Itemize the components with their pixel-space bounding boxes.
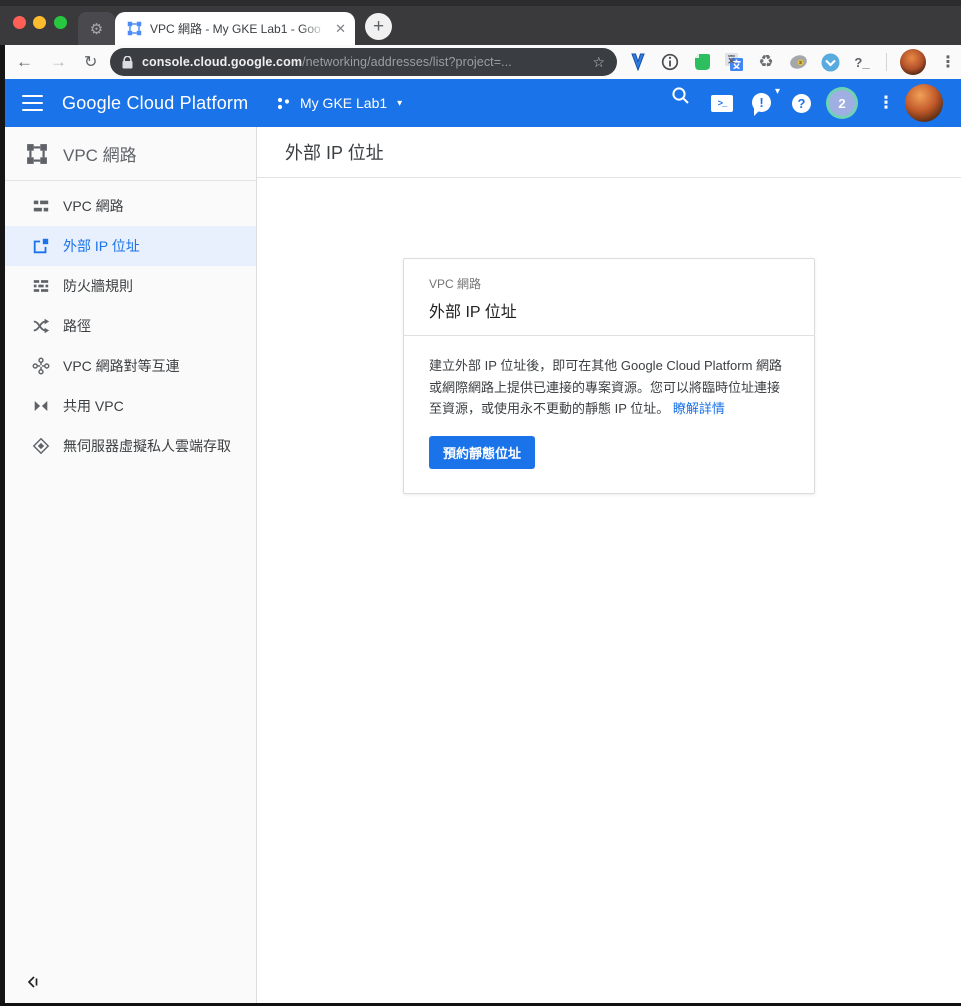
search-icon[interactable] — [670, 85, 691, 106]
app-body: VPC 網路 VPC 網路 外部 IP 位址 防火牆規則 路徑 VPC 網路對等… — [0, 127, 961, 1003]
url-domain: console.cloud.google.com — [142, 55, 303, 69]
browser-window: ⚙ VPC 網路 - My GKE Lab1 - Goo ✕ + ← → ↻ c… — [0, 0, 961, 1006]
tab-title-fade — [301, 20, 332, 37]
learn-more-link[interactable]: 瞭解詳情 — [673, 401, 725, 416]
project-icon — [276, 96, 291, 111]
sidebar-item-routes[interactable]: 路徑 — [0, 306, 256, 346]
window-left-edge — [0, 45, 5, 1006]
collapse-sidebar-icon[interactable] — [26, 975, 40, 989]
forward-button[interactable]: → — [50, 45, 67, 79]
project-name: My GKE Lab1 — [300, 95, 388, 111]
sidebar: VPC 網路 VPC 網路 外部 IP 位址 防火牆規則 路徑 VPC 網路對等… — [0, 127, 257, 1003]
sidebar-item-vpc-networks[interactable]: VPC 網路 — [0, 186, 256, 226]
hamburger-menu-icon[interactable] — [22, 95, 43, 111]
close-window-button[interactable] — [13, 16, 26, 29]
gear-icon: ⚙ — [89, 20, 104, 38]
extension-evernote-icon[interactable] — [691, 51, 713, 73]
extensions-row: ♻ ?_ ⋮ — [627, 45, 960, 79]
notifications-icon[interactable]: ! ▾ — [752, 86, 780, 116]
zoom-window-button[interactable] — [54, 16, 67, 29]
profile-avatar[interactable] — [905, 84, 943, 122]
lock-icon[interactable] — [122, 55, 133, 69]
cloud-shell-icon[interactable]: >_ — [711, 95, 733, 112]
address-bar[interactable]: console.cloud.google.com/networking/addr… — [110, 48, 617, 76]
page-header: 外部 IP 位址 — [257, 127, 961, 178]
minimize-window-button[interactable] — [33, 16, 46, 29]
gcp-logo[interactable]: Google Cloud Platform — [62, 79, 248, 127]
main-panel: 外部 IP 位址 VPC 網路 外部 IP 位址 建立外部 IP 位址後，即可在… — [257, 127, 961, 1003]
sidebar-item-serverless-vpc-access[interactable]: 無伺服器虛擬私人雲端存取 — [0, 426, 256, 466]
project-selector[interactable]: My GKE Lab1 ▾ — [276, 79, 402, 127]
card-body: 建立外部 IP 位址後，即可在其他 Google Cloud Platform … — [404, 336, 814, 493]
extension-terminal-icon[interactable]: ?_ — [851, 51, 873, 73]
extension-recycle-icon[interactable]: ♻ — [755, 51, 777, 73]
account-credit-badge[interactable]: 2 — [826, 87, 858, 119]
card-header: VPC 網路 外部 IP 位址 — [404, 259, 814, 335]
extension-pocket-check-icon[interactable] — [819, 51, 841, 73]
shell-prompt-glyph: >_ — [717, 98, 728, 109]
card-eyebrow: VPC 網路 — [429, 277, 482, 291]
firewall-icon — [31, 276, 51, 296]
active-tab[interactable]: VPC 網路 - My GKE Lab1 - Goo ✕ — [115, 12, 355, 45]
extension-stamp-icon[interactable] — [787, 51, 809, 73]
extension-map-pin-icon[interactable] — [627, 51, 649, 73]
sidebar-header: VPC 網路 — [0, 127, 256, 181]
tab-strip: ⚙ VPC 網路 - My GKE Lab1 - Goo ✕ + — [0, 0, 961, 45]
reload-button[interactable]: ↻ — [84, 45, 97, 79]
help-icon[interactable]: ? — [792, 94, 811, 113]
vpc-favicon-icon — [127, 21, 142, 36]
serverless-vpc-icon — [31, 436, 51, 456]
page-content: VPC 網路 外部 IP 位址 建立外部 IP 位址後，即可在其他 Google… — [257, 178, 961, 1003]
reserve-static-address-button[interactable]: 預約靜態位址 — [429, 435, 536, 469]
bookmark-star-icon[interactable]: ☆ — [592, 54, 605, 71]
sidebar-nav: VPC 網路 外部 IP 位址 防火牆規則 路徑 VPC 網路對等互連 共用 V… — [0, 181, 256, 466]
back-button[interactable]: ← — [16, 45, 33, 79]
sidebar-item-external-ip[interactable]: 外部 IP 位址 — [0, 226, 256, 266]
peering-icon — [31, 356, 51, 376]
new-tab-button[interactable]: + — [365, 13, 392, 40]
sidebar-title: VPC 網路 — [63, 146, 137, 165]
url-path: /networking/addresses/list?project=... — [302, 55, 512, 69]
sidebar-item-firewall-rules[interactable]: 防火牆規則 — [0, 266, 256, 306]
close-tab-icon[interactable]: ✕ — [335, 21, 346, 37]
subnets-icon — [31, 196, 51, 216]
sidebar-item-shared-vpc[interactable]: 共用 VPC — [0, 386, 256, 426]
sidebar-item-vpc-peering[interactable]: VPC 網路對等互連 — [0, 346, 256, 386]
external-ip-icon — [31, 236, 51, 256]
vpc-network-logo-icon — [26, 143, 48, 165]
extension-info-circle-icon[interactable] — [659, 51, 681, 73]
more-options-icon[interactable]: ⋮ — [878, 93, 895, 113]
extension-translate-icon[interactable] — [723, 51, 745, 73]
chevron-down-icon: ▾ — [397, 97, 403, 109]
routes-icon — [31, 316, 51, 336]
notifications-caret-icon: ▾ — [774, 86, 780, 97]
shared-vpc-icon — [31, 396, 51, 416]
tab-title: VPC 網路 - My GKE Lab1 - Goo — [150, 20, 332, 37]
card-description: 建立外部 IP 位址後，即可在其他 Google Cloud Platform … — [429, 358, 783, 417]
url-text: console.cloud.google.com/networking/addr… — [142, 55, 512, 69]
badge-count: 2 — [829, 90, 855, 116]
notification-bubble: ! — [752, 93, 771, 116]
browser-menu-icon[interactable]: ⋮ — [936, 52, 960, 72]
toolbar-divider — [886, 53, 887, 71]
card-title: 外部 IP 位址 — [429, 304, 517, 321]
gcp-header: Google Cloud Platform My GKE Lab1 ▾ >_ !… — [0, 79, 961, 127]
page-title: 外部 IP 位址 — [285, 143, 384, 163]
pinned-tab[interactable]: ⚙ — [78, 12, 115, 45]
plus-icon: + — [372, 16, 385, 37]
browser-profile-avatar[interactable] — [900, 49, 926, 75]
empty-state-card: VPC 網路 外部 IP 位址 建立外部 IP 位址後，即可在其他 Google… — [403, 258, 815, 494]
